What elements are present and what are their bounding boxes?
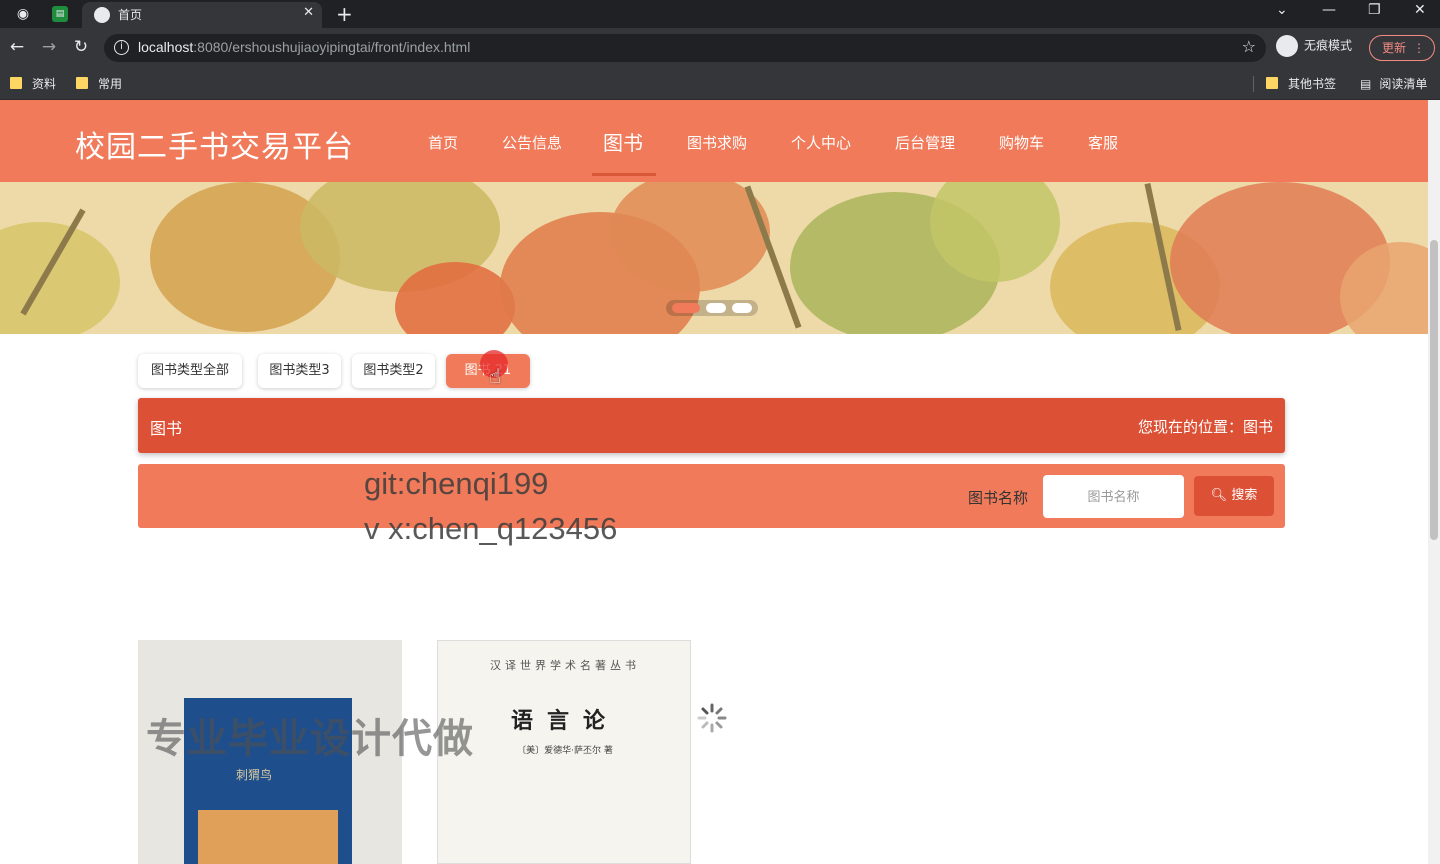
tab-list-chevron-icon[interactable]: ⌄	[1276, 2, 1288, 18]
incognito-label: 无痕模式	[1304, 38, 1353, 53]
bookmark-star-icon[interactable]: ☆	[1242, 37, 1256, 56]
watermark-big: 专业毕业设计代做	[146, 716, 474, 762]
nav-books[interactable]: 图书	[603, 127, 643, 156]
breadcrumb: 您现在的位置：图书	[1137, 418, 1273, 436]
loading-spinner-icon	[697, 703, 727, 733]
back-icon[interactable]: ←	[6, 37, 28, 57]
site-info-icon[interactable]: i	[114, 40, 129, 55]
folder-icon	[10, 77, 22, 89]
bookmark-folder-1[interactable]: 资料	[10, 75, 56, 92]
scrollbar-thumb[interactable]	[1430, 240, 1438, 540]
bookmarks-divider	[1253, 76, 1254, 92]
search-bar: 图书名称 🔍︎ 搜索	[138, 464, 1285, 528]
book-series: 汉译世界学术名著丛书	[490, 659, 640, 672]
minimize-button[interactable]: —	[1322, 2, 1336, 18]
book-name-input[interactable]	[1043, 475, 1184, 518]
address-toolbar: ← → ↻ i localhost:8080/ershoushujiaoyipi…	[0, 28, 1440, 68]
book-cover-title: 刺猬鸟	[236, 768, 273, 782]
book-author: 〔美〕爱德华·萨丕尔 著	[517, 746, 613, 756]
book-cover-art	[198, 810, 338, 864]
nav-notices[interactable]: 公告信息	[502, 132, 562, 153]
banner-art	[0, 222, 120, 334]
restore-button[interactable]: ❐	[1368, 2, 1381, 18]
update-label: 更新	[1382, 41, 1407, 55]
carousel-dot-3[interactable]	[732, 303, 752, 313]
app-shortcut-icon[interactable]: ▤	[52, 6, 68, 22]
watermark-line-2: v x:chen_q123456	[364, 511, 618, 546]
section-titlebar: 图书 您现在的位置：图书	[138, 398, 1285, 453]
nav-cart[interactable]: 购物车	[999, 132, 1044, 153]
folder-icon	[1266, 77, 1278, 89]
book-title: 语言论	[510, 708, 619, 734]
bookmark-folder-2[interactable]: 常用	[76, 75, 122, 92]
search-button[interactable]: 🔍︎ 搜索	[1194, 476, 1274, 516]
nav-customer-service[interactable]: 客服	[1088, 132, 1118, 153]
site-header: 校园二手书交易平台 首页 公告信息 图书 图书求购 个人中心 后台管理 购物车 …	[0, 100, 1428, 182]
nav-personal-center[interactable]: 个人中心	[791, 132, 851, 153]
search-button-label: 搜索	[1231, 488, 1258, 503]
incognito-indicator[interactable]: 无痕模式	[1276, 35, 1352, 61]
category-tab-3[interactable]: 图书类型3	[258, 354, 341, 388]
forward-icon[interactable]: →	[38, 37, 60, 57]
banner-art	[610, 182, 770, 292]
site-logo[interactable]: 校园二手书交易平台	[75, 122, 354, 166]
nav-book-requests[interactable]: 图书求购	[687, 132, 747, 153]
address-bar[interactable]: i localhost:8080/ershoushujiaoyipingtai/…	[104, 34, 1266, 62]
incognito-icon	[1276, 35, 1298, 57]
carousel-dot-2[interactable]	[706, 303, 726, 313]
category-tab-all[interactable]: 图书类型全部	[138, 354, 242, 388]
carousel-dot-1[interactable]	[672, 303, 700, 313]
folder-icon	[76, 77, 88, 89]
section-title: 图书	[150, 419, 183, 438]
reading-list[interactable]: ▤ 阅读清单	[1360, 75, 1427, 92]
nav-home[interactable]: 首页	[428, 132, 458, 153]
new-tab-button[interactable]: +	[336, 2, 353, 26]
globe-icon	[94, 7, 110, 23]
tab-close-icon[interactable]: ✕	[303, 5, 314, 20]
search-icon: 🔍︎	[1210, 488, 1228, 503]
page-scrollbar[interactable]	[1428, 100, 1440, 864]
nav-admin[interactable]: 后台管理	[895, 132, 955, 153]
menu-dots-icon[interactable]: ⋮	[1413, 36, 1425, 60]
url-text[interactable]: localhost:8080/ershoushujiaoyipingtai/fr…	[138, 39, 470, 55]
category-tab-2[interactable]: 图书类型2	[352, 354, 435, 388]
reload-icon[interactable]: ↻	[70, 37, 92, 57]
bookmarks-bar: 资料 常用 其他书签 ▤ 阅读清单	[0, 68, 1440, 100]
other-bookmarks[interactable]: 其他书签	[1266, 75, 1336, 92]
book-card-2[interactable]: 汉译世界学术名著丛书 语言论 〔美〕爱德华·萨丕尔 著	[437, 640, 691, 864]
update-button[interactable]: 更新 ⋮	[1369, 35, 1435, 61]
hand-cursor-icon: ☝	[489, 364, 502, 388]
search-label: 图书名称	[968, 489, 1029, 507]
browser-tab-active[interactable]: 首页 ✕	[82, 2, 322, 28]
carousel-indicators	[666, 300, 758, 316]
close-window-button[interactable]: ✕	[1414, 2, 1426, 18]
nav-active-indicator	[592, 173, 656, 176]
reading-list-icon: ▤	[1360, 77, 1372, 91]
browser-tab-strip: ◉ ▤ 首页 ✕ + ⌄ — ❐ ✕	[0, 0, 1440, 28]
tab-search-icon[interactable]: ◉	[12, 4, 34, 24]
tab-title: 首页	[118, 8, 143, 22]
watermark-line-1: git:chenqi199	[364, 466, 549, 501]
